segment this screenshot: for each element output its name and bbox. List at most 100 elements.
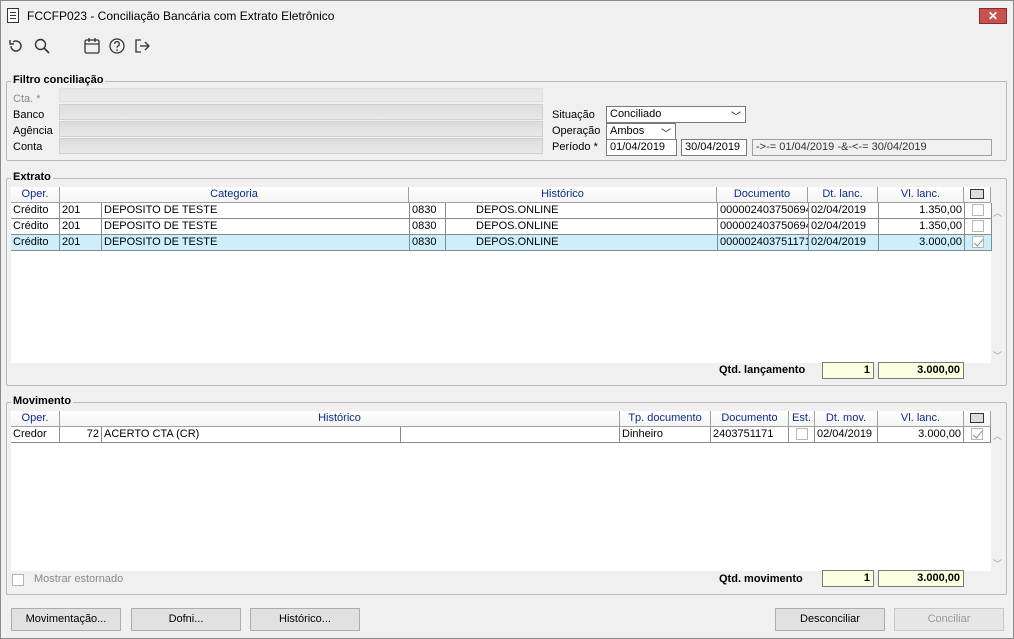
select-all-icon[interactable]	[970, 413, 984, 423]
periodo-fim-input[interactable]: 30/04/2019	[681, 139, 747, 156]
table-row[interactable]: Crédito 201 DEPOSITO DE TESTE 0830 DEPOS.ONL…	[11, 219, 992, 235]
scroll-up-icon[interactable]: ︿	[993, 429, 1002, 442]
movimentacao-button[interactable]: Movimentação...	[11, 608, 121, 631]
col-oper[interactable]: Oper.	[11, 411, 60, 427]
col-est[interactable]: Est.	[789, 411, 815, 427]
col-dt-lanc[interactable]: Dt. lanc.	[808, 187, 878, 203]
calendar-icon[interactable]	[83, 37, 101, 55]
col-dt-mov[interactable]: Dt. mov.	[815, 411, 878, 427]
mostrar-estornado-checkbox[interactable]	[12, 574, 24, 586]
cell-vl-lanc[interactable]: 1.350,00	[879, 219, 965, 235]
scroll-down-icon[interactable]: ﹀	[993, 557, 1002, 570]
cell-oper[interactable]: Crédito	[11, 235, 60, 251]
historico-button[interactable]: Histórico...	[250, 608, 360, 631]
cell-vl-lanc[interactable]: 1.350,00	[879, 203, 965, 219]
cell-documento[interactable]: 000002403750694	[718, 219, 809, 235]
operacao-value: Ambos	[610, 125, 645, 137]
cell-historico[interactable]: ACERTO CTA (CR)	[102, 427, 401, 443]
cell-vl-lanc[interactable]: 3.000,00	[878, 427, 964, 443]
movimento-legend: Movimento	[11, 395, 74, 407]
cell-categoria-codigo[interactable]: 201	[60, 235, 102, 251]
main-window: FCCFP023 - Conciliação Bancária com Extr…	[0, 0, 1014, 639]
cell-historico-codigo[interactable]: 0830	[410, 235, 446, 251]
scroll-up-icon[interactable]: ︿	[993, 206, 1002, 219]
close-button[interactable]: ✕	[979, 8, 1007, 24]
cell-dt-lanc[interactable]: 02/04/2019	[809, 203, 879, 219]
cell-tp-documento[interactable]: Dinheiro	[620, 427, 711, 443]
cta-field-redacted[interactable]	[59, 88, 543, 102]
cell-oper[interactable]: Crédito	[11, 203, 60, 219]
refresh-icon[interactable]	[7, 37, 25, 55]
desconciliar-button[interactable]: Desconciliar	[775, 608, 885, 631]
extrato-grid[interactable]: Oper. Categoria Histórico Documento Dt. …	[11, 187, 992, 363]
cell-categoria[interactable]: DEPOSITO DE TESTE	[102, 219, 410, 235]
periodo-inicio-input[interactable]: 01/04/2019	[606, 139, 677, 156]
col-categoria[interactable]: Categoria	[60, 187, 409, 203]
situacao-select[interactable]: Conciliado ﹀	[606, 106, 746, 123]
banco-field-redacted[interactable]	[59, 104, 543, 120]
scroll-down-icon[interactable]: ﹀	[993, 349, 1002, 362]
col-vl-lanc[interactable]: Vl. lanc.	[878, 187, 964, 203]
cell-categoria-codigo[interactable]: 201	[60, 203, 102, 219]
cell-est	[789, 427, 815, 443]
movimento-grid[interactable]: Oper. Histórico Tp. documento Documento …	[11, 411, 991, 571]
cell-dt-lanc[interactable]: 02/04/2019	[809, 219, 879, 235]
cell-documento[interactable]: 000002403751171	[718, 235, 809, 251]
extrato-grid-header: Oper. Categoria Histórico Documento Dt. …	[11, 187, 991, 203]
help-icon[interactable]	[108, 37, 126, 55]
row-select-checkbox[interactable]	[971, 428, 983, 440]
cell-documento[interactable]: 2403751171	[711, 427, 789, 443]
banco-label: Banco	[13, 109, 45, 121]
cell-documento[interactable]: 000002403750694	[718, 203, 809, 219]
col-tp-documento[interactable]: Tp. documento	[620, 411, 711, 427]
agencia-label: Agência	[13, 125, 53, 137]
cell-historico[interactable]: DEPOS.ONLINE	[446, 203, 718, 219]
col-documento[interactable]: Documento	[717, 187, 808, 203]
exit-icon[interactable]	[133, 37, 151, 55]
periodo-label: Período *	[552, 141, 598, 153]
dofni-button[interactable]: Dofni...	[131, 608, 241, 631]
cell-historico-codigo[interactable]: 0830	[410, 219, 446, 235]
periodo-resumo: ->-= 01/04/2019 -&-<-= 30/04/2019	[752, 139, 992, 156]
movimento-total-value: 3.000,00	[878, 570, 964, 587]
cell-vl-lanc[interactable]: 3.000,00	[879, 235, 965, 251]
search-icon[interactable]	[33, 37, 51, 55]
col-vl-lanc[interactable]: Vl. lanc.	[878, 411, 964, 427]
cell-categoria-codigo[interactable]: 201	[60, 219, 102, 235]
cell-select	[965, 203, 992, 219]
col-documento[interactable]: Documento	[711, 411, 789, 427]
cell-historico[interactable]: DEPOS.ONLINE	[446, 235, 718, 251]
table-row[interactable]: Credor 72 ACERTO CTA (CR) Dinheiro 240375117…	[11, 427, 991, 443]
cell-oper[interactable]: Credor	[11, 427, 60, 443]
col-select-all[interactable]	[964, 411, 991, 427]
toolbar	[1, 31, 1013, 59]
cell-historico-complemento[interactable]	[401, 427, 620, 443]
movimento-grid-header: Oper. Histórico Tp. documento Documento …	[11, 411, 991, 427]
extrato-total-value: 3.000,00	[878, 362, 964, 379]
table-row[interactable]: Crédito 201 DEPOSITO DE TESTE 0830 DEPOS.ONL…	[11, 235, 992, 251]
cell-dt-mov[interactable]: 02/04/2019	[815, 427, 878, 443]
row-select-checkbox[interactable]	[972, 236, 984, 248]
operacao-select[interactable]: Ambos ﹀	[606, 123, 676, 140]
cell-oper[interactable]: Crédito	[11, 219, 60, 235]
cell-historico-codigo[interactable]: 72	[60, 427, 102, 443]
row-select-checkbox[interactable]	[972, 204, 984, 216]
conta-field-redacted[interactable]	[59, 138, 543, 154]
col-historico[interactable]: Histórico	[409, 187, 717, 203]
estornado-checkbox[interactable]	[795, 428, 808, 440]
chevron-down-icon: ﹀	[661, 129, 671, 140]
row-select-checkbox[interactable]	[972, 220, 984, 232]
conciliar-button[interactable]: Conciliar	[894, 608, 1004, 631]
col-select-all[interactable]	[964, 187, 991, 203]
cell-historico-codigo[interactable]: 0830	[410, 203, 446, 219]
cell-categoria[interactable]: DEPOSITO DE TESTE	[102, 203, 410, 219]
cell-dt-lanc[interactable]: 02/04/2019	[809, 235, 879, 251]
select-all-icon[interactable]	[970, 189, 984, 199]
table-row[interactable]: Crédito 201 DEPOSITO DE TESTE 0830 DEPOS.ONL…	[11, 203, 992, 219]
cell-categoria[interactable]: DEPOSITO DE TESTE	[102, 235, 410, 251]
col-historico[interactable]: Histórico	[60, 411, 620, 427]
cell-historico[interactable]: DEPOS.ONLINE	[446, 219, 718, 235]
agencia-field-redacted[interactable]	[59, 121, 543, 137]
col-oper[interactable]: Oper.	[11, 187, 60, 203]
mostrar-estornado-label: Mostrar estornado	[34, 573, 124, 585]
